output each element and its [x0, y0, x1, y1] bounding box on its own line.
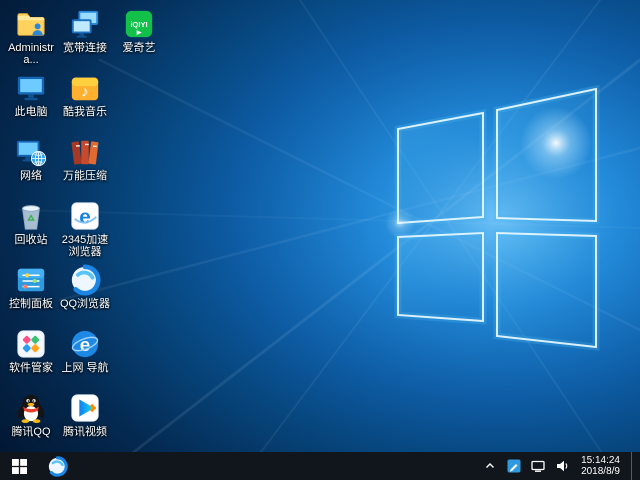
desktop-icon-qq-browser[interactable]: QQ浏览器	[58, 260, 112, 324]
taskbar-clock[interactable]: 15:14:24 2018/8/9	[578, 455, 623, 477]
clock-date: 2018/8/9	[581, 466, 620, 477]
taskbar: 15:14:24 2018/8/9	[0, 452, 640, 480]
tray-network-icon[interactable]	[530, 458, 546, 474]
taskbar-qq-browser-button[interactable]	[38, 452, 76, 480]
start-button[interactable]	[0, 452, 38, 480]
recycle-bin-icon	[14, 199, 48, 233]
desktop-icon-label: 2345加速浏览器	[61, 234, 109, 259]
desktop-icon-label: 爱奇艺	[122, 42, 156, 54]
kuwo-music-icon: ♪	[68, 71, 102, 105]
network-icon	[14, 135, 48, 169]
desktop-icon-this-pc[interactable]: 此电脑	[4, 68, 58, 132]
desktop-icon-label: 控制面板	[9, 298, 53, 310]
2345-browser-icon: e	[68, 199, 102, 233]
tray-ink-pen-icon[interactable]	[506, 458, 522, 474]
tray-volume-icon[interactable]	[554, 458, 570, 474]
desktop-icon-label: 上网 导航	[61, 362, 109, 374]
desktop-icon-administrator[interactable]: Administra...	[4, 4, 58, 68]
qq-browser-taskbar-icon	[48, 455, 68, 477]
windows-logo-icon	[11, 458, 27, 474]
control-panel-icon	[14, 263, 48, 297]
tray-chevron-up-icon[interactable]	[482, 458, 498, 474]
clock-time: 15:14:24	[581, 455, 620, 466]
tencent-video-icon	[68, 391, 102, 425]
desktop-icon-label: Administra...	[8, 42, 54, 67]
desktop-icon-label: 腾讯视频	[63, 426, 107, 438]
desktop-icon-2345-browser[interactable]: e 2345加速浏览器	[58, 196, 112, 260]
desktop-icon-tencent-qq[interactable]: 腾讯QQ	[4, 388, 58, 452]
system-tray: 15:14:24 2018/8/9	[476, 452, 640, 480]
desktop-icon-network[interactable]: 网络	[4, 132, 58, 196]
desktop-icon-label: 回收站	[14, 234, 48, 246]
desktop-icon-label: 腾讯QQ	[11, 426, 51, 438]
desktop-icon-broadband[interactable]: 宽带连接	[58, 4, 112, 68]
show-desktop-button[interactable]	[631, 452, 637, 480]
desktop-icon-recycle-bin[interactable]: 回收站	[4, 196, 58, 260]
desktop-icon-kuwo-music[interactable]: ♪ 酷我音乐	[58, 68, 112, 132]
desktop-icon-compressor[interactable]: 万能压缩	[58, 132, 112, 196]
qq-browser-icon	[68, 263, 102, 297]
desktop-icon-label: 万能压缩	[63, 170, 107, 182]
desktop-icon-control-panel[interactable]: 控制面板	[4, 260, 58, 324]
svg-text:e: e	[79, 206, 91, 229]
user-folder-icon	[14, 7, 48, 41]
desktop-icon-navigation[interactable]: e 上网 导航	[58, 324, 112, 388]
broadband-icon	[68, 7, 102, 41]
software-manager-icon	[14, 327, 48, 361]
desktop-icon-label: 此电脑	[14, 106, 48, 118]
qq-penguin-icon	[14, 391, 48, 425]
desktop-icon-label: QQ浏览器	[59, 298, 111, 310]
desktop-icon-label: 酷我音乐	[63, 106, 107, 118]
desktop-icon-software-manager[interactable]: 软件管家	[4, 324, 58, 388]
desktop-icon-label: 软件管家	[9, 362, 53, 374]
svg-text:♪: ♪	[81, 83, 89, 100]
navigation-icon: e	[68, 327, 102, 361]
desktop-icon-iqiyi[interactable]: iQIYI 爱奇艺	[112, 4, 166, 68]
computer-icon	[14, 71, 48, 105]
desktop-icon-label: 网络	[20, 170, 42, 182]
desktop: Administra... 此电脑 网络 回收站 控制面板 软件管家 腾讯QQ …	[0, 0, 640, 480]
svg-text:iQIYI: iQIYI	[130, 20, 147, 29]
desktop-icons: Administra... 此电脑 网络 回收站 控制面板 软件管家 腾讯QQ …	[4, 4, 166, 452]
desktop-icon-tencent-video[interactable]: 腾讯视频	[58, 388, 112, 452]
iqiyi-icon: iQIYI	[122, 7, 156, 41]
compressor-icon	[68, 135, 102, 169]
desktop-icon-label: 宽带连接	[63, 42, 107, 54]
